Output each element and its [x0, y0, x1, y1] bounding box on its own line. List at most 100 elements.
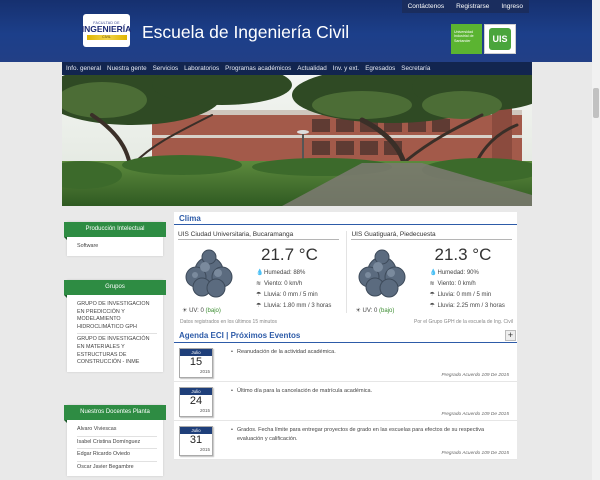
- humidity-value: Humedad: 88%: [264, 270, 306, 276]
- event-year: 2015: [199, 408, 210, 413]
- agenda-header: Agenda ECI | Próximos Eventos +: [174, 328, 517, 343]
- grupo-item-inme[interactable]: GRUPO DE INVESTIGACIÓN EN MATERIALES Y E…: [77, 334, 157, 368]
- station-name: UIS Ciudad Universitaria, Bucaramanga: [178, 231, 339, 240]
- nav-nuestra-gente[interactable]: Nuestra gente: [104, 62, 150, 75]
- docentes-box: Nuestros Docentes Planta Alvaro Viviesca…: [64, 405, 166, 477]
- event-year: 2015: [199, 447, 210, 452]
- docente-item[interactable]: Isabel Cristina Domínguez: [77, 437, 157, 450]
- agenda-event[interactable]: Julio 31 2015 Grados. Fecha límite para …: [174, 421, 517, 460]
- site-title: Escuela de Ingeniería Civil: [142, 22, 350, 42]
- docente-item[interactable]: Alvaro Viviescas: [77, 424, 157, 437]
- agenda-title: Agenda ECI | Próximos Eventos: [179, 330, 301, 340]
- cloud-icon: [185, 249, 233, 298]
- nav-secretaria[interactable]: Secretaría: [398, 62, 433, 75]
- agenda-event[interactable]: Julio 15 2015 Reanudación de la activida…: [174, 343, 517, 382]
- sun-icon: ☀: [182, 308, 188, 314]
- nav-egresados[interactable]: Egresados: [362, 62, 398, 75]
- rain5-row: ☂ Lluvia: 0 mm / 5 min: [429, 291, 491, 298]
- nav-programas[interactable]: Programas académicos: [222, 62, 294, 75]
- rain3h-value: Lluvia: 2.25 mm / 3 horas: [437, 303, 505, 309]
- event-month: Julio: [180, 427, 212, 434]
- uis-logo[interactable]: UIS: [484, 24, 516, 54]
- produccion-item-software[interactable]: Software: [77, 241, 157, 253]
- produccion-title: Producción Intelectual: [64, 222, 166, 240]
- docente-item[interactable]: Oscar Javier Begambre: [77, 462, 157, 474]
- event-day: 31: [189, 434, 203, 446]
- umbrella-icon: ☂: [256, 292, 262, 298]
- page-scrollbar[interactable]: [592, 0, 600, 480]
- rain3h-row: ☂ Lluvia: 1.80 mm / 3 horas: [256, 302, 331, 309]
- wind-value: Viento: 0 km/h: [264, 281, 303, 287]
- uv-value: UV: 0: [362, 308, 378, 314]
- umbrella-icon: ☂: [256, 303, 262, 309]
- wind-value: Viento: 0 km/h: [437, 281, 476, 287]
- nav-actualidad[interactable]: Actualidad: [294, 62, 329, 75]
- drop-icon: 💧: [256, 270, 264, 276]
- rain5-row: ☂ Lluvia: 0 mm / 5 min: [256, 291, 318, 298]
- weather-footer-left: Datos registrados en los últimos 15 minu…: [180, 319, 277, 325]
- uv-row: ☀ UV: 0 (bajo): [355, 307, 394, 314]
- event-text[interactable]: Reanudación de la actividad académica.: [231, 348, 506, 357]
- station-name: UIS Guatiguará, Piedecuesta: [351, 231, 513, 240]
- event-day: 15: [189, 356, 203, 368]
- humidity-row: 💧Humedad: 88%: [256, 269, 305, 276]
- event-text[interactable]: Grados. Fecha límite para entregar proye…: [231, 426, 506, 444]
- weather-panel: UIS Ciudad Universitaria, Bucaramanga 21…: [174, 225, 517, 314]
- event-source: Pregrado Acuerdo 109 De 2015: [441, 412, 509, 417]
- add-event-button[interactable]: +: [505, 329, 516, 341]
- register-link[interactable]: Registrarse: [450, 0, 495, 13]
- event-month: Julio: [180, 349, 212, 356]
- uis-logo-text: UIS: [489, 28, 511, 50]
- event-day: 24: [189, 395, 203, 407]
- calendar-badge: Julio 31 2015: [179, 426, 213, 456]
- weather-station: UIS Ciudad Universitaria, Bucaramanga 21…: [178, 231, 346, 314]
- faculty-logo[interactable]: FACULTAD DE INGENIERÍA CIVIL: [81, 14, 132, 47]
- nav-laboratorios[interactable]: Laboratorios: [181, 62, 222, 75]
- weather-footer-right[interactable]: Por el Grupo GPH de la escuela de Ing. C…: [414, 319, 513, 328]
- humidity-row: 💧Humedad: 90%: [429, 269, 478, 276]
- logo-bar-text: CIVIL: [86, 35, 127, 40]
- grupos-box: Grupos GRUPO DE INVESTIGACION EN PREDICC…: [64, 280, 166, 372]
- agenda-event[interactable]: Julio 24 2015 Último día para la cancela…: [174, 382, 517, 421]
- event-text[interactable]: Último día para la cancelación de matríc…: [231, 387, 506, 396]
- rain5-value: Lluvia: 0 mm / 5 min: [437, 292, 492, 298]
- nav-inv-ext[interactable]: Inv. y ext.: [330, 62, 362, 75]
- event-year: 2015: [199, 369, 210, 374]
- docente-item[interactable]: Edgar Ricardo Oviedo: [77, 449, 157, 462]
- rain5-value: Lluvia: 0 mm / 5 min: [264, 292, 318, 298]
- clima-title: Clima: [174, 212, 517, 225]
- grupos-title: Grupos: [64, 280, 166, 298]
- campus-photo-illustration: [62, 75, 532, 206]
- site-header: Contáctenos Registrarse Ingreso FACULTAD…: [0, 0, 600, 62]
- humidity-value: Humedad: 90%: [437, 270, 479, 276]
- uv-row: ☀ UV: 0 (bajo): [182, 307, 221, 314]
- campus-photo: [62, 75, 532, 206]
- weather-station: UIS Guatiguará, Piedecuesta 21.3 °C 💧Hum…: [346, 231, 515, 314]
- uis-name-box[interactable]: Universidad Industrial de Santander: [451, 24, 482, 54]
- event-source: Pregrado Acuerdo 109 De 2015: [441, 373, 509, 378]
- scrollbar-thumb[interactable]: [593, 88, 599, 118]
- wind-icon: ≋: [256, 281, 262, 287]
- wind-row: ≋ Viento: 0 km/h: [256, 280, 302, 287]
- nav-info-general[interactable]: Info. general: [62, 62, 104, 75]
- event-month: Julio: [180, 388, 212, 395]
- uv-value: UV: 0: [189, 308, 204, 314]
- wind-row: ≋ Viento: 0 km/h: [429, 280, 475, 287]
- rain3h-value: Lluvia: 1.80 mm / 3 horas: [264, 303, 332, 309]
- main-content: Clima UIS Ciudad Universitaria, Bucarama…: [174, 212, 517, 460]
- event-source: Pregrado Acuerdo 109 De 2015: [441, 451, 509, 456]
- main-nav: Info. general Nuestra gente Servicios La…: [62, 62, 532, 75]
- login-link[interactable]: Ingreso: [495, 0, 529, 13]
- temperature: 21.3 °C: [434, 245, 492, 264]
- contact-link[interactable]: Contáctenos: [402, 0, 451, 13]
- grupo-item-gph[interactable]: GRUPO DE INVESTIGACION EN PREDICCIÓN Y M…: [77, 299, 157, 335]
- produccion-box: Producción Intelectual Software: [64, 222, 166, 256]
- sun-icon: ☀: [355, 308, 361, 314]
- logo-main-text: INGENIERÍA: [81, 24, 132, 34]
- cloud-icon: [358, 249, 406, 298]
- docentes-title: Nuestros Docentes Planta: [64, 405, 166, 423]
- top-links: Contáctenos Registrarse Ingreso: [401, 0, 529, 13]
- calendar-badge: Julio 24 2015: [179, 387, 213, 417]
- nav-servicios[interactable]: Servicios: [150, 62, 182, 75]
- rain3h-row: ☂ Lluvia: 2.25 mm / 3 horas: [429, 302, 504, 309]
